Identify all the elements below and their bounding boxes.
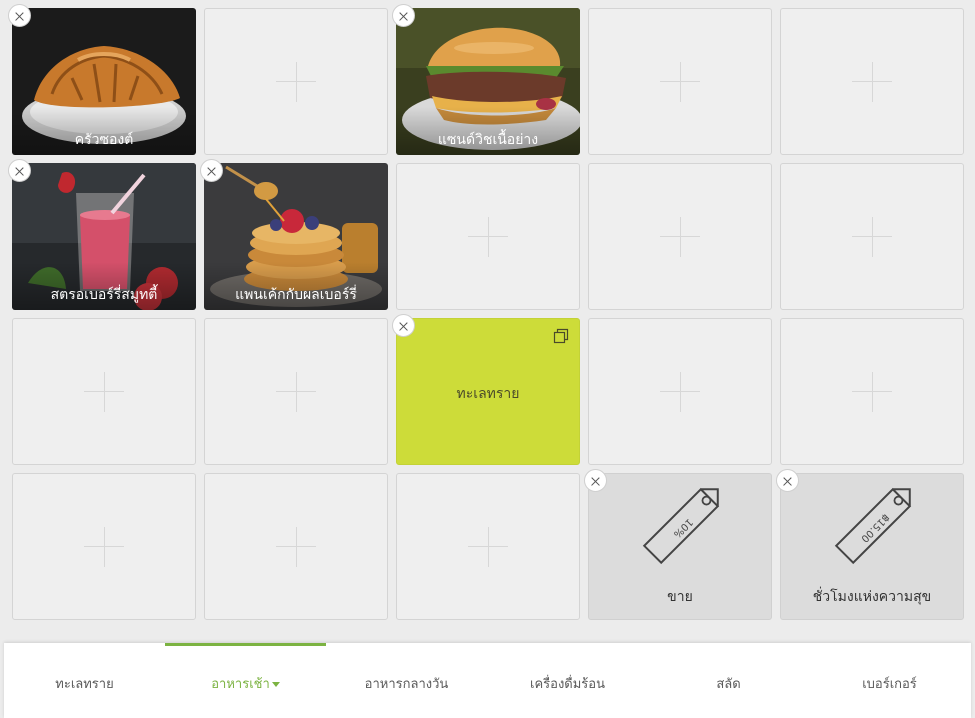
tab-label: อาหารเช้า — [211, 677, 270, 692]
empty-slot[interactable] — [12, 473, 196, 620]
empty-slot[interactable] — [12, 318, 196, 465]
tab-breakfast[interactable]: อาหารเช้า — [165, 643, 326, 718]
empty-slot[interactable] — [780, 318, 964, 465]
discount-tile-happy-hour[interactable]: ฿15.00 ชั่วโมงแห่งความสุข — [780, 473, 964, 620]
empty-slot[interactable] — [204, 473, 388, 620]
discount-tile-label: ชั่วโมงแห่งความสุข — [812, 589, 932, 605]
plus-icon — [84, 526, 124, 567]
tag-text: ฿15.00 — [859, 512, 892, 545]
tab-burger[interactable]: เบอร์เกอร์ — [809, 643, 970, 718]
menu-tile-label: สตรอเบอร์รี่สมูทตี้ — [12, 262, 196, 310]
tag-text: 10% — [671, 516, 695, 540]
item-grid: ครัวซองต์ แซนด์วิชเนื้อย่าง สตรอเบอร์รี่… — [8, 4, 964, 622]
plus-icon — [660, 216, 700, 257]
group-tile-label: ทะเลทราย — [456, 386, 520, 402]
plus-icon — [852, 371, 892, 412]
copy-icon[interactable] — [553, 328, 569, 344]
discount-tile-sale[interactable]: 10% ขาย — [588, 473, 772, 620]
remove-button[interactable] — [200, 159, 223, 182]
plus-icon — [852, 61, 892, 102]
price-tag-icon: ฿15.00 — [834, 487, 912, 565]
plus-icon — [84, 371, 124, 412]
empty-slot[interactable] — [396, 163, 580, 310]
menu-tile-pancake[interactable]: แพนเค้กกับผลเบอร์รี่ — [204, 163, 388, 310]
tab-label: ทะเลทราย — [55, 677, 114, 692]
tab-label: สลัด — [716, 677, 741, 692]
empty-slot[interactable] — [780, 8, 964, 155]
group-tile[interactable]: ทะเลทราย — [396, 318, 580, 465]
empty-slot[interactable] — [396, 473, 580, 620]
empty-slot[interactable] — [204, 8, 388, 155]
empty-slot[interactable] — [204, 318, 388, 465]
plus-icon — [660, 61, 700, 102]
plus-icon — [276, 526, 316, 567]
tab-label: อาหารกลางวัน — [364, 677, 449, 692]
empty-slot[interactable] — [588, 163, 772, 310]
remove-button[interactable] — [392, 4, 415, 27]
plus-icon — [468, 526, 508, 567]
tab-hot-drinks[interactable]: เครื่องดื่มร้อน — [487, 643, 648, 718]
empty-slot[interactable] — [780, 163, 964, 310]
plus-icon — [852, 216, 892, 257]
menu-tile-label: ครัวซองต์ — [12, 107, 196, 155]
tab-label: เบอร์เกอร์ — [862, 677, 917, 692]
remove-button[interactable] — [8, 159, 31, 182]
plus-icon — [276, 371, 316, 412]
tab-label-wrap: อาหารเช้า — [165, 673, 326, 694]
plus-icon — [660, 371, 700, 412]
menu-tile-label: แซนด์วิชเนื้อย่าง — [396, 107, 580, 155]
tab-lunch[interactable]: อาหารกลางวัน — [326, 643, 487, 718]
price-tag-icon: 10% — [642, 487, 720, 565]
remove-button[interactable] — [776, 469, 799, 492]
discount-tile-label: ขาย — [667, 589, 693, 605]
tab-salad[interactable]: สลัด — [648, 643, 809, 718]
empty-slot[interactable] — [588, 318, 772, 465]
tab-label: เครื่องดื่มร้อน — [530, 677, 605, 692]
menu-tile-sandwich[interactable]: แซนด์วิชเนื้อย่าง — [396, 8, 580, 155]
chevron-down-icon — [271, 682, 280, 687]
remove-button[interactable] — [392, 314, 415, 337]
tab-desert[interactable]: ทะเลทราย — [4, 643, 165, 718]
plus-icon — [276, 61, 316, 102]
menu-tile-croissant[interactable]: ครัวซองต์ — [12, 8, 196, 155]
plus-icon — [468, 216, 508, 257]
empty-slot[interactable] — [588, 8, 772, 155]
menu-tile-smoothie[interactable]: สตรอเบอร์รี่สมูทตี้ — [12, 163, 196, 310]
menu-tile-label: แพนเค้กกับผลเบอร์รี่ — [204, 262, 388, 310]
remove-button[interactable] — [8, 4, 31, 27]
category-tab-bar: ทะเลทราย อาหารเช้า อาหารกลางวัน เครื่องด… — [4, 643, 971, 718]
remove-button[interactable] — [584, 469, 607, 492]
